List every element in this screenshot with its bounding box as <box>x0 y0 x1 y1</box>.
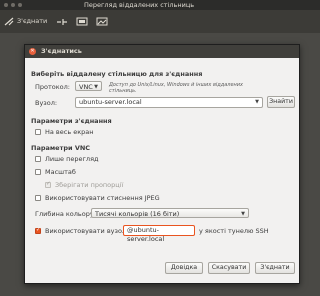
title-bar: Перегляд віддалених стільниць <box>0 0 320 10</box>
depth-value: Тисячі кольорів (16 біти) <box>95 210 180 218</box>
ssh-host-input[interactable]: @ubuntu-server.local <box>123 225 195 243</box>
connect-dialog: ✕ З'єднатись Виберіть віддалену стільниц… <box>24 44 300 284</box>
connect-toolbar-label: З'єднати <box>17 17 48 25</box>
scaling-label: Масштаб <box>45 168 76 176</box>
chevron-down-icon: ▼ <box>94 84 98 90</box>
dialog-title: З'єднатись <box>41 47 82 55</box>
scaling-checkbox[interactable] <box>35 169 41 175</box>
disconnect-icon <box>57 19 67 25</box>
keep-ratio-label: Зберігати пропорції <box>55 181 124 189</box>
vnc-section-heading: Параметри VNC <box>31 144 91 152</box>
jpeg-checkbox[interactable] <box>35 195 41 201</box>
window-close-icon[interactable] <box>4 3 8 7</box>
protocol-label: Протокол: <box>35 83 71 91</box>
fullscreen-button[interactable] <box>76 14 88 29</box>
screenshot-icon <box>96 17 108 26</box>
depth-label: Глибина кольору: <box>35 210 96 218</box>
connection-section-heading: Параметри з'єднання <box>31 117 112 125</box>
screenshot-button[interactable] <box>96 14 108 29</box>
fullscreen-label: На весь екран <box>45 128 94 136</box>
host-value: ubuntu-server.local <box>79 98 142 106</box>
jpeg-label: Використовувати стиснення JPEG <box>45 194 160 202</box>
ssh-label: Використовувати вузол <box>45 227 127 235</box>
host-label: Вузол: <box>35 99 58 107</box>
chevron-down-icon: ▼ <box>241 211 245 217</box>
find-button[interactable]: Знайти <box>267 96 295 108</box>
window-title: Перегляд віддалених стільниць <box>84 1 195 9</box>
screen-icon <box>76 17 88 26</box>
ssh-checkbox[interactable] <box>35 227 41 234</box>
keep-ratio-checkbox[interactable] <box>45 181 51 188</box>
connect-button[interactable]: З'єднати <box>255 262 295 274</box>
protocol-note-line2: стільниць. <box>109 88 137 94</box>
window-minimize-icon[interactable] <box>11 3 15 7</box>
ssh-suffix: у якості тунелю SSH <box>199 227 269 235</box>
protocol-value: VNC <box>79 83 93 91</box>
ssh-host-value: @ubuntu-server.local <box>127 226 165 243</box>
window-maximize-icon[interactable] <box>18 3 22 7</box>
toolbar: З'єднати <box>0 10 320 33</box>
choose-section-heading: Виберіть віддалену стільницю для з'єднан… <box>31 70 203 78</box>
close-icon[interactable]: ✕ <box>29 48 36 55</box>
protocol-select[interactable]: VNC ▼ <box>75 81 102 91</box>
connect-toolbar-button[interactable]: З'єднати <box>4 14 48 29</box>
disconnect-button[interactable] <box>56 14 68 29</box>
dialog-title-bar: ✕ З'єднатись <box>25 45 299 58</box>
fullscreen-checkbox[interactable] <box>35 129 41 135</box>
viewonly-checkbox[interactable] <box>35 156 41 162</box>
help-button[interactable]: Довідка <box>165 262 203 274</box>
host-combo[interactable]: ubuntu-server.local ▼ <box>75 97 263 108</box>
connect-icon <box>4 17 14 26</box>
cancel-button[interactable]: Скасувати <box>208 262 250 274</box>
chevron-down-icon[interactable]: ▼ <box>255 98 259 107</box>
depth-select[interactable]: Тисячі кольорів (16 біти) ▼ <box>91 208 249 218</box>
viewonly-label: Лише перегляд <box>45 155 99 163</box>
